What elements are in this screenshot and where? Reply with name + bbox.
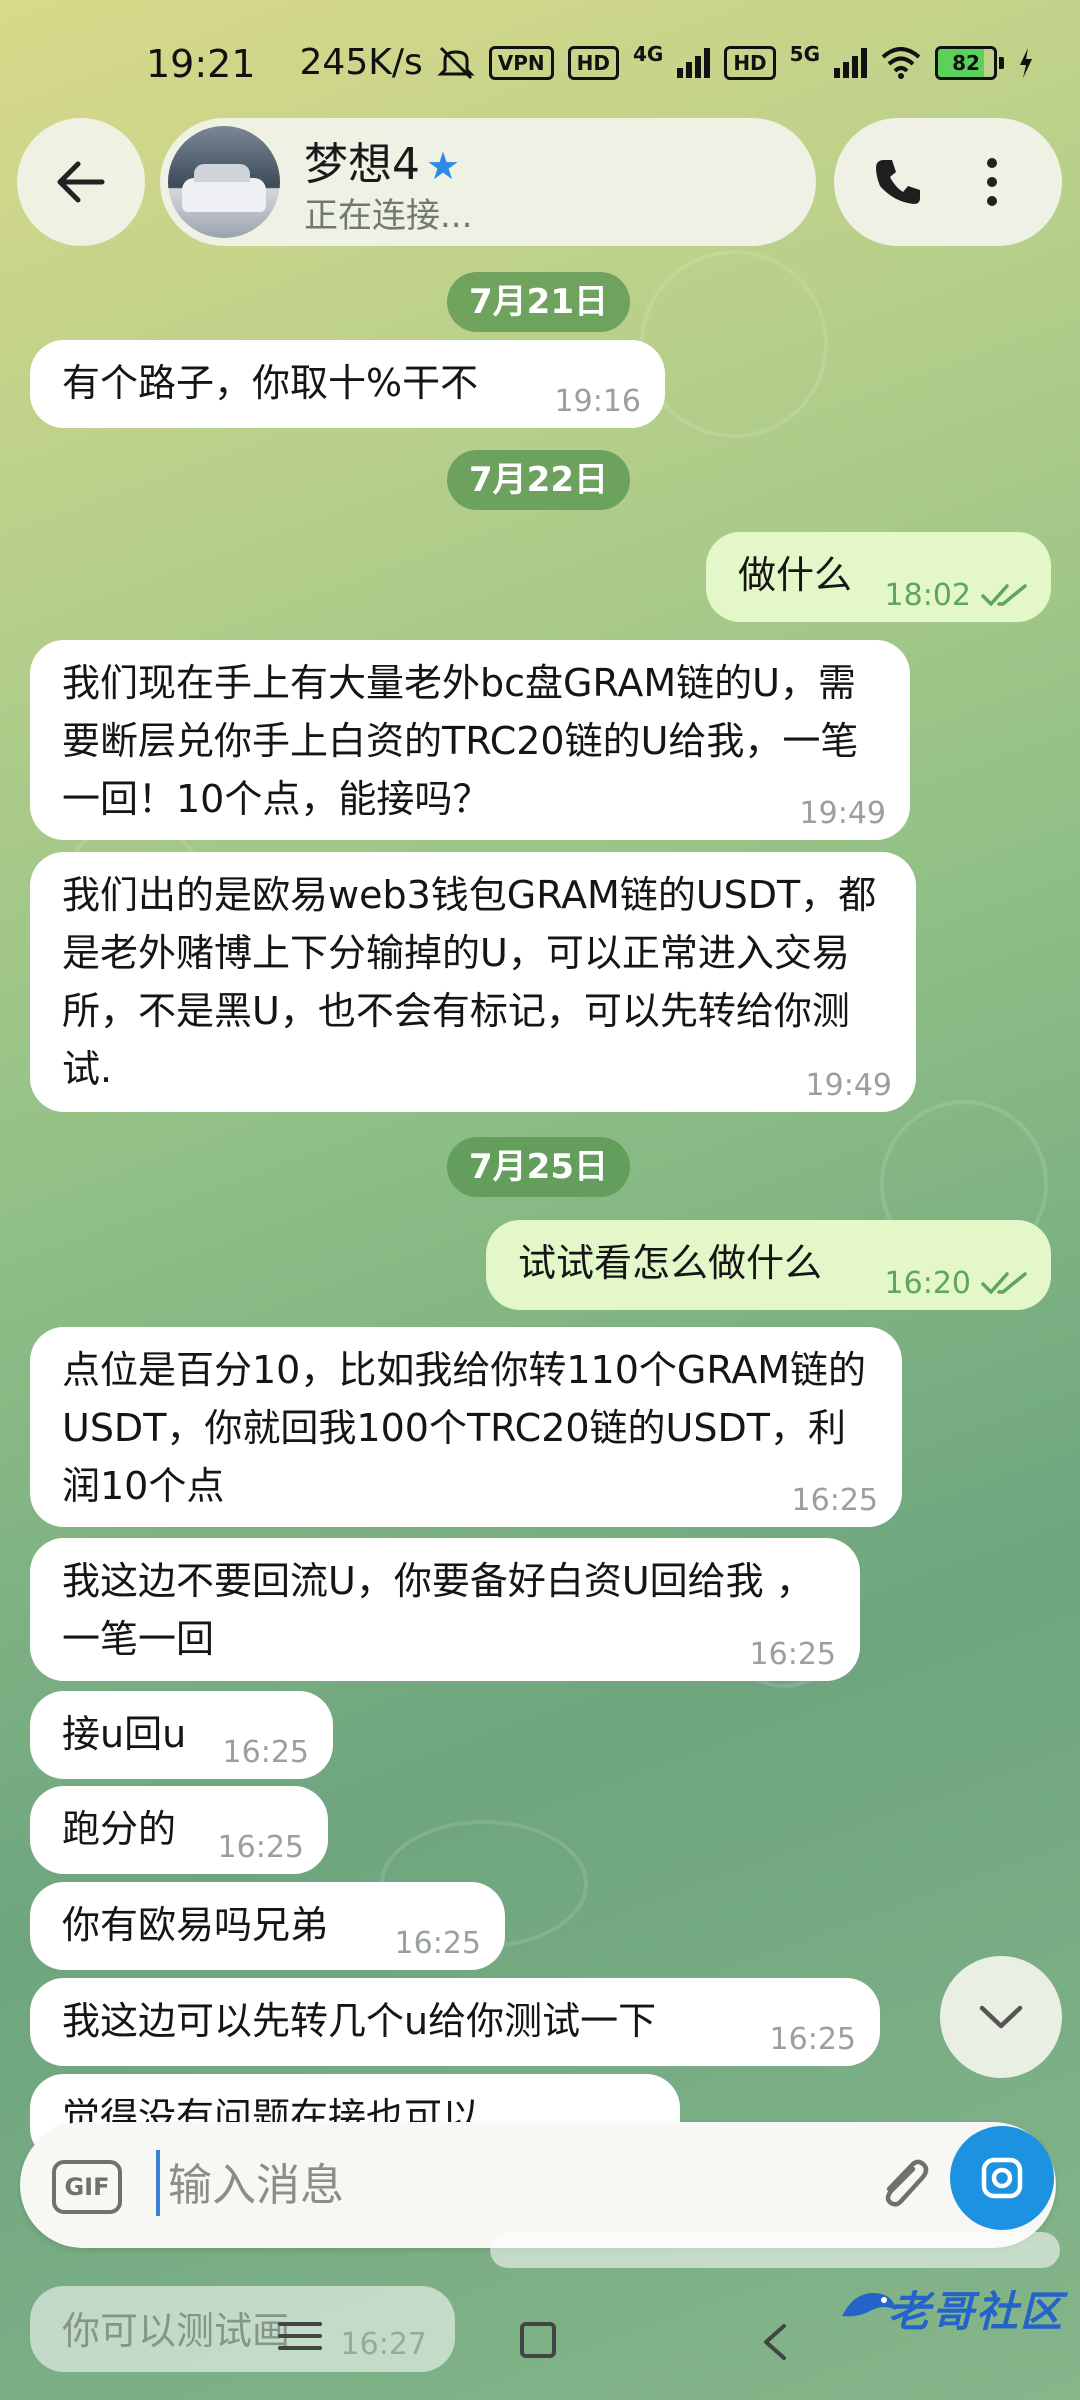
message-incoming[interactable]: 我这边可以先转几个u给你测试一下 16:25	[30, 1978, 880, 2066]
paperclip-icon	[885, 2159, 929, 2207]
message-outgoing[interactable]: 做什么 18:02	[706, 532, 1051, 622]
watermark-logo: 老哥社区	[836, 2268, 1072, 2358]
recent-apps-button[interactable]	[278, 2322, 322, 2350]
message-incoming[interactable]: 我们出的是欧易web3钱包GRAM链的USDT，都是老外赌博上下分输掉的U，可以…	[30, 852, 916, 1112]
message-text: 点位是百分10，比如我给你转110个GRAM链的USDT，你就回我100个TRC…	[62, 1348, 866, 1508]
message-time: 16:25	[749, 1637, 836, 1672]
message-incoming[interactable]: 你有欧易吗兄弟 16:25	[30, 1882, 505, 1970]
status-icons: 245K/s VPN HD 4G HD 5G 82	[300, 42, 1034, 83]
watermark-text: 老哥社区	[888, 2287, 1065, 2336]
message-time: 16:25	[791, 1483, 878, 1518]
avatar[interactable]	[168, 126, 280, 238]
hd-badge: HD	[724, 45, 776, 80]
home-button[interactable]	[520, 2322, 556, 2358]
message-text: 做什么	[738, 553, 853, 597]
message-text: 有个路子，你取十%干不	[62, 361, 479, 405]
call-button[interactable]	[864, 148, 932, 216]
battery-icon: 82	[935, 45, 1004, 80]
message-time: 19:49	[805, 1068, 892, 1103]
read-checkmarks-icon	[981, 1272, 1027, 1294]
wifi-icon	[881, 46, 921, 79]
charging-icon	[1020, 47, 1032, 78]
network-type: 4G	[632, 42, 664, 66]
network-type: 5G	[789, 42, 820, 66]
message-incoming[interactable]: 有个路子，你取十%干不 19:16	[30, 340, 665, 428]
back-button[interactable]	[17, 118, 145, 246]
message-composer: GIF	[20, 2122, 1056, 2248]
phone-icon	[876, 160, 920, 204]
text-cursor	[156, 2150, 160, 2216]
chat-title-bar[interactable]: 梦想4 ★ 正在连接...	[160, 118, 816, 246]
connection-status: 正在连接...	[304, 196, 473, 236]
message-time: 16:25	[217, 1830, 304, 1865]
message-time: 18:02	[884, 578, 971, 613]
date-separator: 7月22日	[447, 450, 630, 510]
message-text: 你有欧易吗兄弟	[62, 1903, 329, 1947]
background-doodle	[640, 250, 828, 438]
message-text: 我们现在手上有大量老外bc盘GRAM链的U，需要断层兑你手上白资的TRC20链的…	[62, 661, 859, 821]
message-incoming[interactable]: 接u回u 16:25	[30, 1691, 333, 1779]
message-text: 我们出的是欧易web3钱包GRAM链的USDT，都是老外赌博上下分输掉的U，可以…	[62, 873, 877, 1091]
contact-name-text: 梦想4	[304, 139, 420, 190]
network-speed: 245K/s	[299, 42, 423, 83]
message-text: 试试看怎么做什么	[518, 1241, 823, 1285]
arrow-left-icon	[57, 161, 105, 203]
status-bar: 19:21 245K/s VPN HD 4G HD 5G 82	[0, 0, 1080, 130]
message-time: 16:25	[769, 2022, 856, 2057]
attach-button[interactable]	[868, 2150, 938, 2220]
vpn-badge: VPN	[488, 45, 554, 80]
contact-name: 梦想4 ★	[304, 128, 460, 192]
car-image	[182, 164, 266, 212]
message-time: 19:49	[799, 796, 886, 831]
nav-back-icon[interactable]	[756, 2322, 796, 2362]
date-separator: 7月25日	[447, 1137, 630, 1197]
message-time: 19:16	[554, 384, 641, 419]
message-time: 16:25	[222, 1735, 309, 1770]
message-time: 16:25	[394, 1926, 481, 1961]
message-incoming[interactable]: 点位是百分10，比如我给你转110个GRAM链的USDT，你就回我100个TRC…	[30, 1327, 902, 1527]
message-text: 我这边可以先转几个u给你测试一下	[62, 1999, 657, 2043]
mute-icon	[437, 46, 475, 79]
signal-icon	[834, 47, 867, 78]
message-time: 16:20	[884, 1266, 971, 1301]
camera-button[interactable]	[950, 2126, 1054, 2230]
message-input[interactable]	[166, 2146, 830, 2224]
message-text: 我这边不要回流U，你要备好白资U回给我 ，一笔一回	[62, 1559, 814, 1661]
message-outgoing[interactable]: 试试看怎么做什么 16:20	[486, 1220, 1051, 1310]
header-actions	[834, 118, 1062, 246]
message-incoming[interactable]: 我这边不要回流U，你要备好白资U回给我 ，一笔一回 16:25	[30, 1538, 860, 1681]
chevron-down-icon	[979, 2005, 1023, 2029]
message-incoming[interactable]: 我们现在手上有大量老外bc盘GRAM链的U，需要断层兑你手上白资的TRC20链的…	[30, 640, 910, 840]
date-separator: 7月21日	[447, 272, 630, 332]
battery-level: 82	[952, 50, 980, 75]
message-incoming[interactable]: 跑分的 16:25	[30, 1786, 328, 1874]
message-text: 跑分的	[62, 1807, 177, 1851]
scroll-down-button[interactable]	[940, 1956, 1062, 2078]
faded-message	[490, 2232, 1060, 2268]
read-checkmarks-icon	[981, 584, 1027, 606]
star-icon: ★	[426, 144, 461, 188]
hd-badge: HD	[567, 45, 619, 80]
message-text: 接u回u	[62, 1712, 187, 1756]
more-options-button[interactable]	[962, 142, 1022, 222]
signal-icon	[677, 47, 711, 78]
camera-icon	[981, 2157, 1023, 2199]
status-time: 19:21	[146, 42, 256, 86]
gif-button[interactable]: GIF	[52, 2160, 122, 2214]
